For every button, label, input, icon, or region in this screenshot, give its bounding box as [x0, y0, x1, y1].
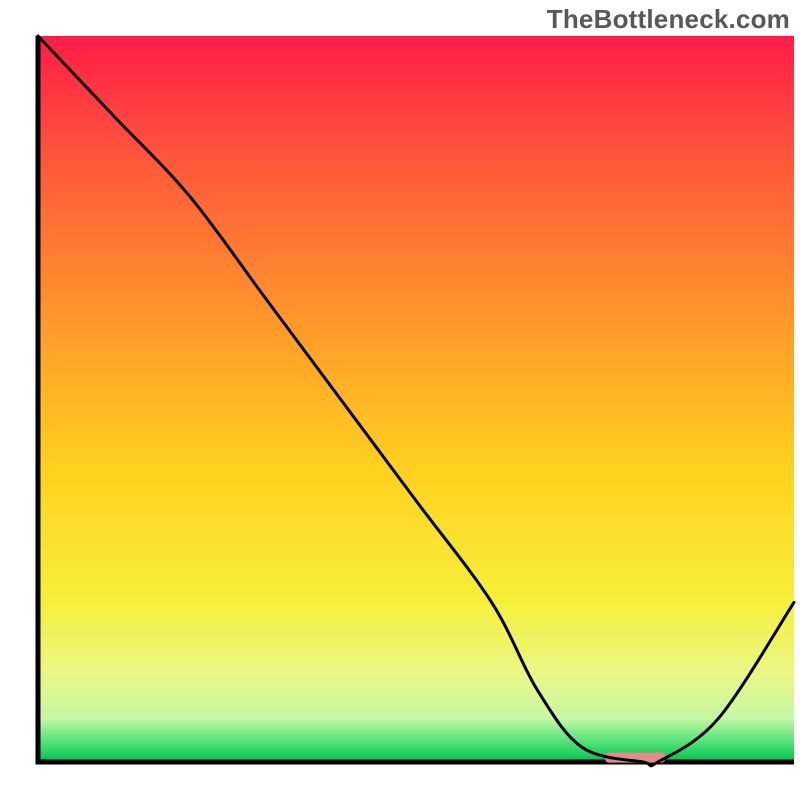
plot-background: [38, 36, 794, 762]
chart-svg: [0, 0, 800, 800]
chart-stage: TheBottleneck.com: [0, 0, 800, 800]
